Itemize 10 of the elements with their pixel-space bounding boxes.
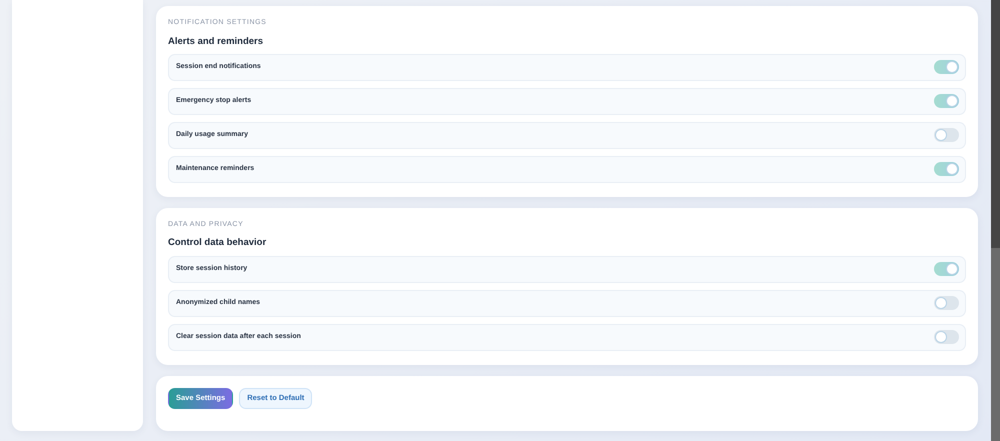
section-title: Control data behavior [168, 236, 268, 250]
toggle-switch[interactable] [934, 60, 959, 74]
toggle-switch[interactable] [934, 330, 959, 344]
scrollbar[interactable] [991, 0, 1000, 441]
section-title: Alerts and reminders [168, 34, 264, 48]
toggle-switch[interactable] [934, 94, 959, 108]
toggle-switch[interactable] [934, 128, 959, 142]
toggle-switch[interactable] [934, 162, 959, 176]
toggle-switch[interactable] [934, 262, 959, 276]
toggle-switch[interactable] [934, 296, 959, 310]
